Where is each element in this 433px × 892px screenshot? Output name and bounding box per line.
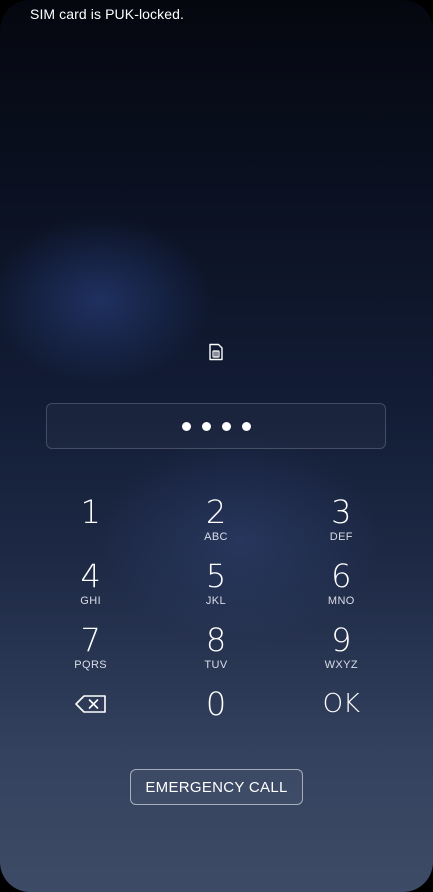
ok-label: OK [322,689,361,719]
key-letters: WXYZ [324,659,359,671]
key-9[interactable]: 9 WXYZ [279,618,404,682]
key-letters: MNO [327,595,355,607]
key-digit: 1 [80,493,101,531]
backspace-icon [74,695,106,713]
key-8[interactable]: 8 TUV [153,618,278,682]
key-letters: PQRS [74,659,108,671]
key-6[interactable]: 6 MNO [279,554,404,618]
emergency-call-button[interactable]: EMERGENCY CALL [130,769,303,805]
key-digit: 8 [205,621,227,659]
backspace-button[interactable] [28,682,153,746]
lock-screen: SIM card is PUK-locked. 1 2 ABC 3 DEF 4 [0,0,433,892]
key-4[interactable]: 4 GHI [28,554,153,618]
key-letters: TUV [204,659,228,671]
key-digit: 0 [205,685,227,723]
key-3[interactable]: 3 DEF [279,490,404,554]
key-digit: 2 [205,493,227,531]
key-1[interactable]: 1 [28,490,153,554]
key-letters: JKL [205,595,227,607]
key-digit: 7 [80,621,101,659]
puk-entry-field[interactable] [46,403,386,449]
key-digit: 9 [331,621,352,659]
pin-dot [181,421,191,431]
key-5[interactable]: 5 JKL [153,554,278,618]
pin-dots [181,421,251,431]
key-digit: 6 [331,557,352,595]
sim-card-icon [209,343,223,361]
pin-dot [241,421,251,431]
key-letters: GHI [80,595,102,607]
pin-dot [221,421,231,431]
key-digit: 3 [331,493,352,531]
sim-status-message: SIM card is PUK-locked. [30,6,185,22]
key-digit: 4 [80,557,101,595]
key-letters: ABC [204,531,228,543]
pin-dot [201,421,211,431]
key-7[interactable]: 7 PQRS [28,618,153,682]
ok-button[interactable]: OK [279,682,404,746]
key-0[interactable]: 0 [153,682,278,746]
key-digit: 5 [205,557,227,595]
key-2[interactable]: 2 ABC [153,490,278,554]
numeric-keypad: 1 2 ABC 3 DEF 4 GHI 5 JKL 6 MNO 7 PQRS 8 [28,490,404,746]
key-letters: DEF [329,531,353,543]
